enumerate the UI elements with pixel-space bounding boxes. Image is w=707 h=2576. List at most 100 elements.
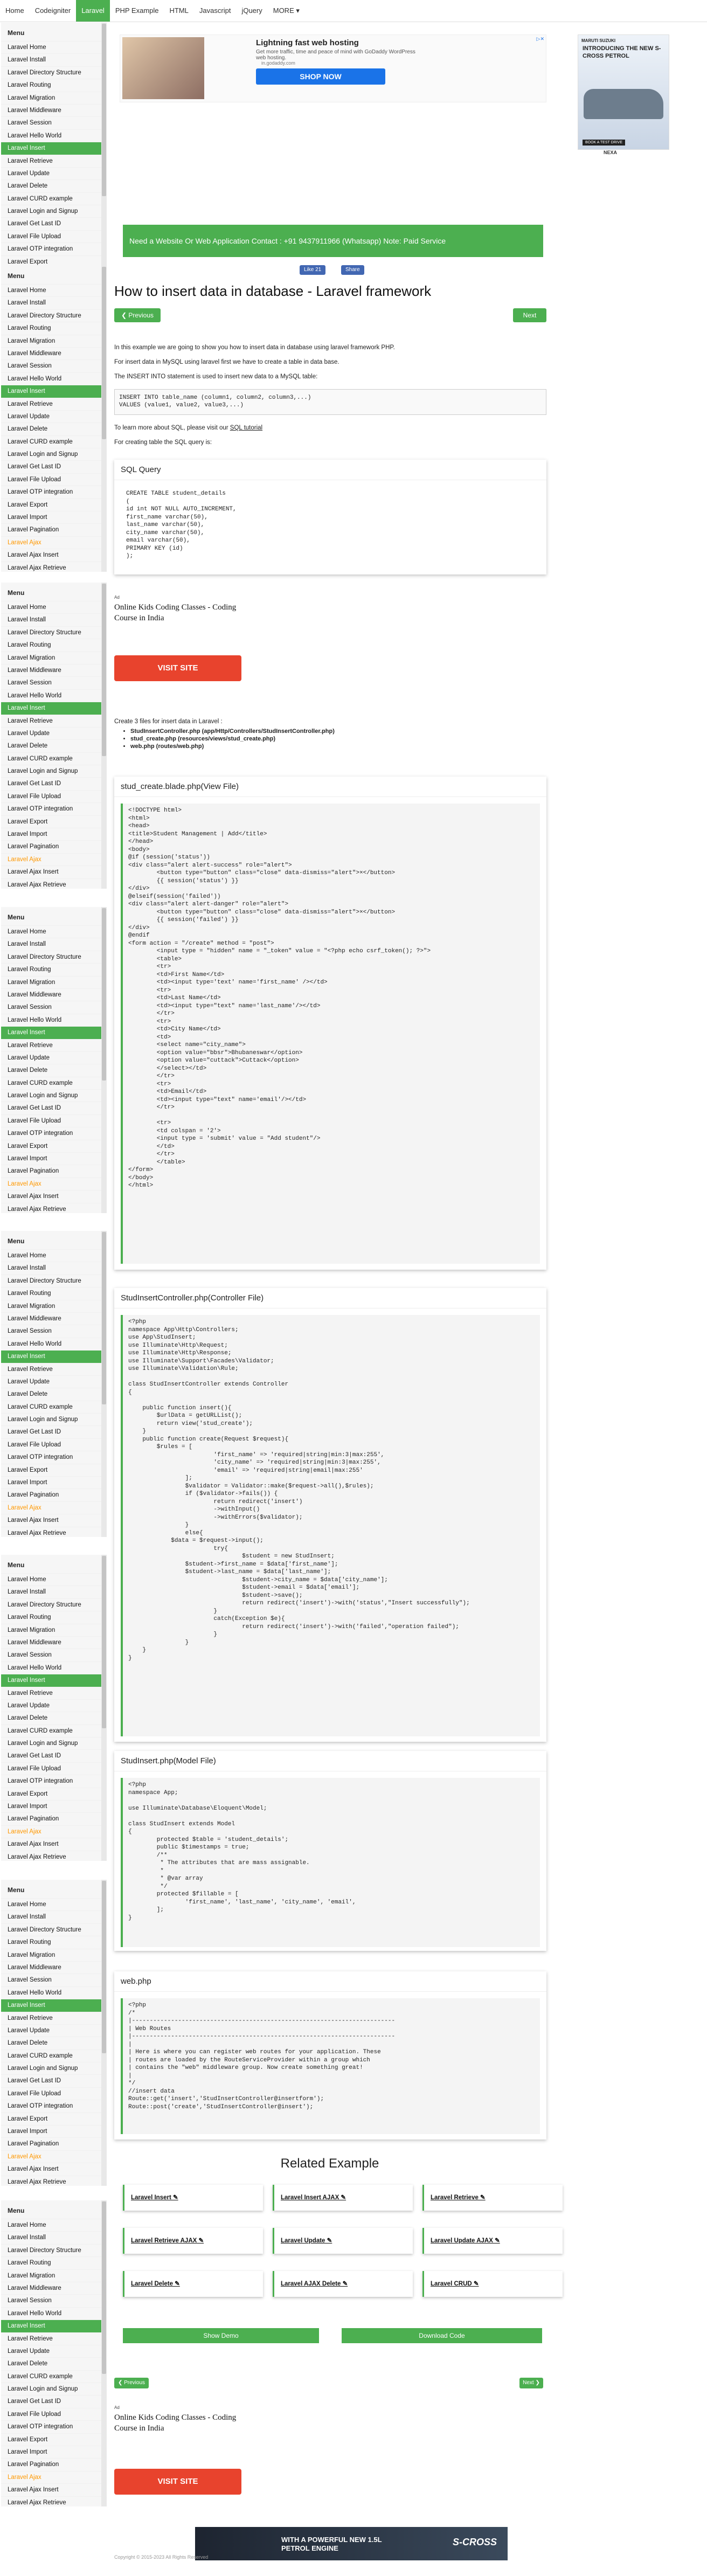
sidebar-item[interactable]: Laravel Migration [1,975,107,988]
sidebar-item[interactable]: Laravel CURD example [1,192,107,205]
related-link[interactable]: Laravel Insert ✎ [123,2185,263,2211]
scrollbar-thumb[interactable] [102,2201,106,2374]
scrollbar-thumb[interactable] [102,267,106,439]
sidebar-item[interactable]: Laravel Session [1,359,107,372]
sidebar-item[interactable]: Laravel Login and Signup [1,1089,107,1102]
sidebar-item[interactable]: Laravel Hello World [1,1337,107,1350]
nav-link[interactable]: Codeigniter [30,0,77,22]
sidebar-item[interactable]: Laravel CURD example [1,2370,107,2383]
sidebar-item[interactable]: Laravel Session [1,1649,107,1661]
sidebar-item[interactable]: Laravel Delete [1,2357,107,2370]
sidebar-item[interactable]: Laravel Retrieve [1,2332,107,2345]
visit-site-button[interactable]: VISIT SITE [114,655,241,681]
sidebar-item[interactable]: Laravel Insert [1,1026,107,1039]
facebook-like-button[interactable]: Like 21 [300,265,326,275]
sidebar-item[interactable]: Laravel Install [1,613,107,626]
sidebar-item[interactable]: Laravel Hello World [1,129,107,142]
sidebar-item[interactable]: Laravel File Upload [1,1762,107,1775]
sidebar-item[interactable]: Laravel Pagination [1,523,107,536]
sidebar-item[interactable]: Laravel Delete [1,1064,107,1076]
sidebar-item[interactable]: Laravel Migration [1,91,107,104]
sidebar-item[interactable]: Laravel Directory Structure [1,1274,107,1287]
sidebar-scrollbar[interactable] [101,907,107,1213]
sidebar-item[interactable]: Laravel File Upload [1,1438,107,1451]
sidebar-item[interactable]: Laravel Session [1,676,107,689]
scrollbar-thumb[interactable] [102,1881,106,2053]
sidebar-item[interactable]: Laravel OTP integration [1,1127,107,1139]
sidebar-scrollbar[interactable] [101,1555,107,1861]
sidebar-item[interactable]: Laravel Middleware [1,663,107,676]
related-link[interactable]: Laravel Update AJAX ✎ [422,2228,563,2254]
sidebar-item[interactable]: Laravel Update [1,726,107,739]
sidebar-item[interactable]: Laravel CURD example [1,2049,107,2062]
sidebar-item[interactable]: Laravel Delete [1,1712,107,1724]
sidebar-item[interactable]: Laravel Pagination [1,1165,107,1177]
sidebar-item[interactable]: Laravel Hello World [1,1661,107,1674]
sidebar-item[interactable]: Laravel Update [1,2024,107,2037]
sidebar-item[interactable]: Laravel Home [1,1898,107,1910]
sidebar-item[interactable]: Laravel Delete [1,423,107,435]
sidebar-item[interactable]: Laravel OTP integration [1,2100,107,2112]
sidebar-item[interactable]: Laravel Login and Signup [1,2383,107,2395]
sidebar-item[interactable]: Laravel Middleware [1,2281,107,2294]
sidebar-item[interactable]: Laravel Middleware [1,103,107,116]
sidebar-item[interactable]: Laravel Home [1,1573,107,1585]
sidebar-item[interactable]: Laravel OTP integration [1,486,107,498]
sidebar-item[interactable]: Laravel Migration [1,2269,107,2282]
sidebar-item[interactable]: Laravel Retrieve [1,714,107,727]
sidebar-item[interactable]: Laravel Login and Signup [1,765,107,777]
sidebar-item[interactable]: Laravel OTP integration [1,243,107,255]
sidebar-item[interactable]: Laravel Delete [1,739,107,752]
sidebar-item[interactable]: Laravel CURD example [1,752,107,765]
sidebar-item[interactable]: Laravel Routing [1,1611,107,1623]
sidebar-item[interactable]: Laravel Routing [1,1936,107,1948]
sidebar-item[interactable]: Laravel Install [1,2231,107,2243]
sidebar-item[interactable]: Laravel File Upload [1,473,107,486]
sidebar-item[interactable]: Laravel Delete [1,2037,107,2049]
sidebar-item[interactable]: Laravel Ajax [1,1825,107,1838]
sidebar-item[interactable]: Laravel Migration [1,1623,107,1636]
sidebar-item[interactable]: Laravel Directory Structure [1,950,107,963]
sidebar-item[interactable]: Laravel Hello World [1,2307,107,2319]
related-link[interactable]: Laravel Delete ✎ [123,2271,263,2297]
sidebar-scrollbar[interactable] [101,266,107,572]
sidebar-item[interactable]: Laravel Ajax Retrieve [1,2175,107,2186]
sidebar-item[interactable]: Laravel Import [1,2125,107,2137]
nav-link[interactable]: MORE ▾ [268,0,305,22]
sidebar-item[interactable]: Laravel Directory Structure [1,626,107,639]
scrollbar-thumb[interactable] [102,908,106,1081]
related-link[interactable]: Laravel Update ✎ [273,2228,413,2254]
scrollbar-thumb[interactable] [102,1556,106,1728]
sidebar-item[interactable]: Laravel Middleware [1,988,107,1001]
sidebar-scrollbar[interactable] [101,583,107,889]
sidebar-item[interactable]: Laravel Get Last ID [1,2395,107,2407]
facebook-share-button[interactable]: Share [341,265,364,275]
sidebar-item[interactable]: Laravel Import [1,828,107,840]
sidebar-item[interactable]: Laravel Ajax Retrieve [1,1202,107,1213]
sidebar-item[interactable]: Laravel Import [1,511,107,523]
sidebar-item[interactable]: Laravel Migration [1,1948,107,1961]
sidebar-item[interactable]: Laravel Insert [1,142,107,155]
sidebar-item[interactable]: Laravel Export [1,1463,107,1476]
sidebar-item[interactable]: Laravel Home [1,2219,107,2231]
sidebar-item[interactable]: Laravel Get Last ID [1,217,107,230]
sidebar-item[interactable]: Laravel Ajax Retrieve [1,878,107,889]
related-link[interactable]: Laravel AJAX Delete ✎ [273,2271,413,2297]
sidebar-item[interactable]: Laravel Insert [1,385,107,398]
related-link[interactable]: Laravel Retrieve ✎ [422,2185,563,2211]
sql-tutorial-link[interactable]: SQL tutorial [230,425,262,431]
sidebar-item[interactable]: Laravel Ajax [1,853,107,865]
sidebar-item[interactable]: Laravel Pagination [1,1488,107,1501]
sidebar-item[interactable]: Laravel Ajax Retrieve [1,1850,107,1861]
sidebar-scrollbar[interactable] [101,2200,107,2506]
sidebar-item[interactable]: Laravel Get Last ID [1,2074,107,2087]
previous-button-bottom[interactable]: ❮ Previous [114,2378,149,2388]
sidebar-item[interactable]: Laravel Migration [1,334,107,347]
sidebar-item[interactable]: Laravel Retrieve [1,1038,107,1051]
sidebar-item[interactable]: Laravel Directory Structure [1,1598,107,1611]
sidebar-item[interactable]: Laravel Routing [1,1287,107,1299]
sidebar-item[interactable]: Laravel File Upload [1,1114,107,1127]
sidebar-item[interactable]: Laravel Ajax Insert [1,1838,107,1850]
sidebar-item[interactable]: Laravel Ajax Retrieve [1,1526,107,1537]
sidebar-item[interactable]: Laravel File Upload [1,2087,107,2100]
